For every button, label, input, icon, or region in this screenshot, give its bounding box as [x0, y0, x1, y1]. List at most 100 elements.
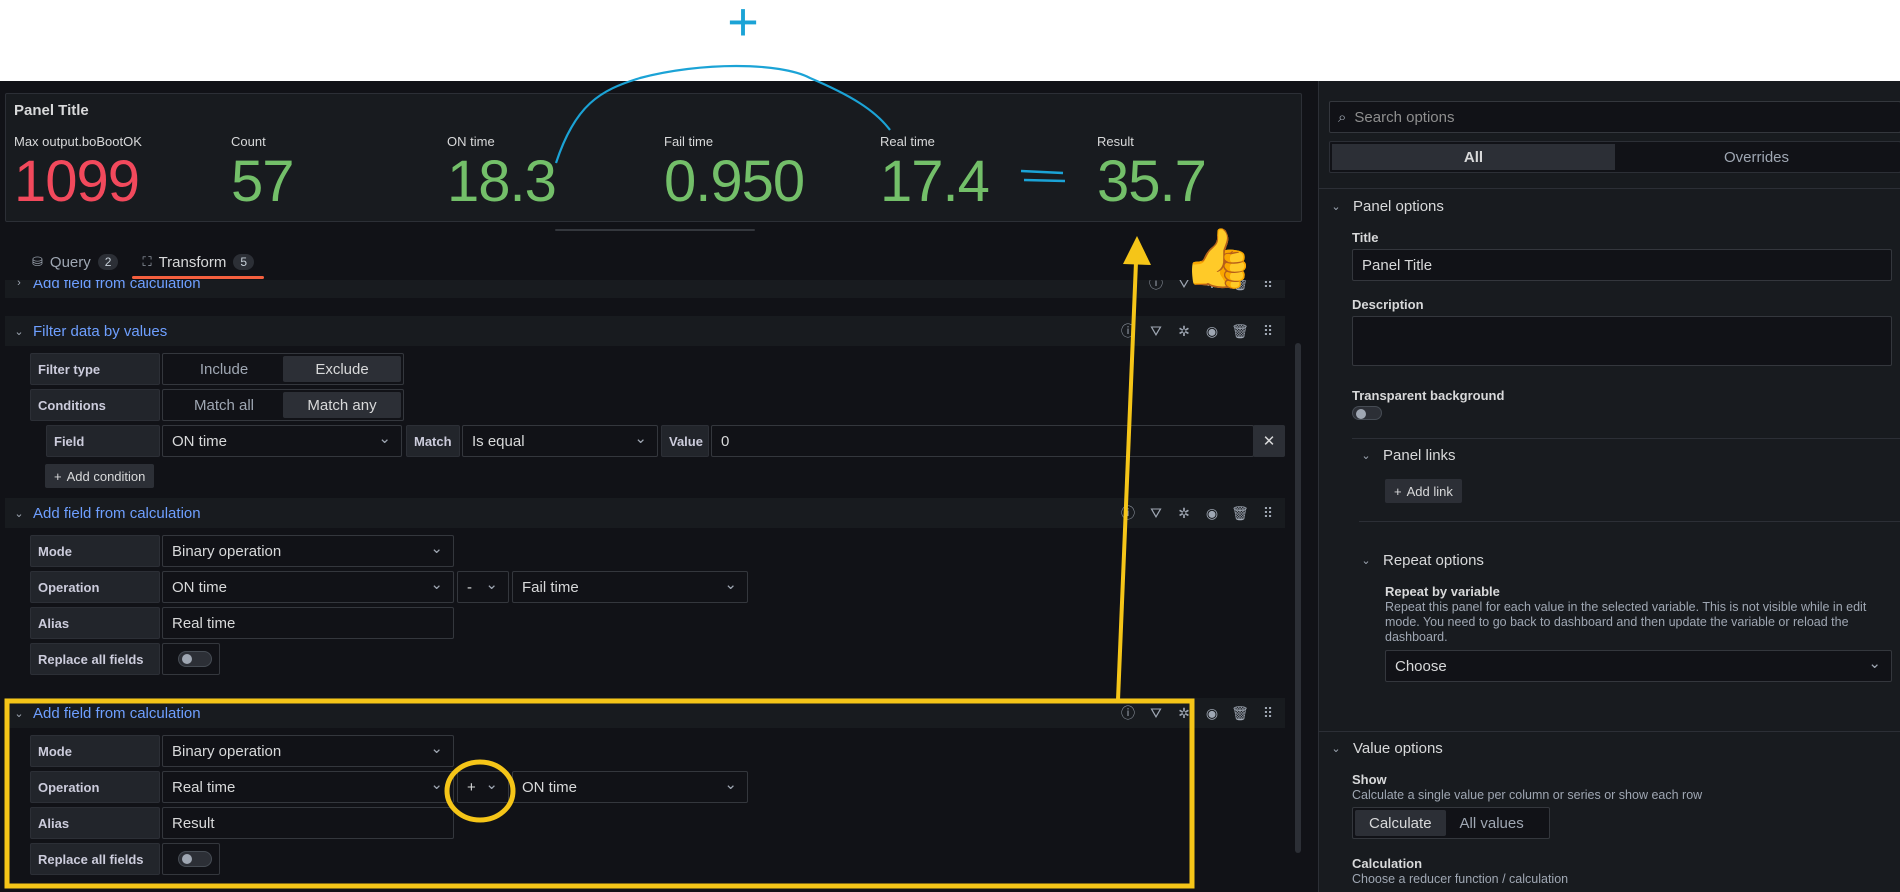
- mode-select[interactable]: Binary operation: [162, 535, 454, 567]
- chevron-right-icon[interactable]: ›: [5, 280, 33, 289]
- pane-resize-handle[interactable]: [555, 229, 755, 231]
- match-label: Match: [406, 425, 460, 457]
- tab-transform[interactable]: ⛶ Transform 5: [130, 247, 266, 279]
- info-icon[interactable]: ⓘ: [1119, 503, 1137, 523]
- tab-overrides[interactable]: Overrides: [1615, 144, 1898, 170]
- repeat-description: Repeat this panel for each value in the …: [1385, 600, 1867, 644]
- add-condition-button[interactable]: + Add condition: [45, 464, 155, 488]
- transparent-toggle[interactable]: [1352, 406, 1382, 420]
- stat-result: Result 35.7: [1097, 134, 1207, 214]
- operator-select[interactable]: +: [457, 771, 509, 803]
- info-icon[interactable]: ⓘ: [1147, 280, 1165, 293]
- description-textarea[interactable]: [1352, 316, 1892, 366]
- repeat-options-section[interactable]: ⌄ Repeat options: [1359, 552, 1484, 569]
- transform-header[interactable]: ⌄ Add field from calculation ⓘ ⛛ ✲ ◉ 🗑 ⠿: [5, 498, 1285, 528]
- replace-all-label: Replace all fields: [30, 843, 160, 875]
- replace-all-toggle[interactable]: [178, 651, 212, 667]
- alias-input[interactable]: Result: [162, 807, 454, 839]
- value-options-section[interactable]: ⌄ Value options: [1329, 740, 1442, 757]
- operation-left-select[interactable]: ON time: [162, 571, 454, 603]
- panel-options-section[interactable]: ⌄ Panel options: [1329, 198, 1444, 215]
- panel-links-section[interactable]: ⌄ Panel links: [1359, 447, 1455, 464]
- info-icon[interactable]: ⓘ: [1119, 321, 1137, 341]
- options-pane: ⌕ Search options All Overrides ⌄ Panel o…: [1318, 81, 1900, 892]
- repeat-variable-select[interactable]: Choose: [1385, 650, 1892, 682]
- tab-count-badge: 5: [233, 254, 255, 270]
- conditions-match-all[interactable]: Match all: [165, 392, 283, 418]
- chevron-down-icon[interactable]: ⌄: [5, 325, 33, 338]
- repeat-by-label: Repeat by variable: [1385, 584, 1500, 599]
- drag-handle-icon[interactable]: ⠿: [1259, 505, 1277, 522]
- drag-handle-icon[interactable]: ⠿: [1259, 323, 1277, 340]
- transform-header[interactable]: › Add field from calculation ⓘ ⛛ ✲ 🗑 ⠿: [5, 280, 1285, 298]
- divider: [1319, 188, 1900, 189]
- chevron-down-icon[interactable]: ⌄: [5, 707, 33, 720]
- trash-icon[interactable]: 🗑: [1231, 505, 1249, 522]
- filter-icon[interactable]: ⛛: [1147, 505, 1165, 522]
- replace-all-toggle[interactable]: [178, 851, 212, 867]
- chevron-down-icon: ⌄: [1361, 555, 1371, 567]
- eye-icon[interactable]: ◉: [1203, 323, 1221, 340]
- filter-icon[interactable]: ⛛: [1147, 705, 1165, 722]
- conditions-label: Conditions: [30, 389, 160, 421]
- eye-icon[interactable]: ◉: [1203, 505, 1221, 522]
- close-icon: ✕: [1262, 433, 1276, 450]
- operation-right-select[interactable]: ON time: [512, 771, 748, 803]
- alias-input[interactable]: Real time: [162, 607, 454, 639]
- alias-label: Alias: [30, 607, 160, 639]
- operation-left-select[interactable]: Real time: [162, 771, 454, 803]
- operator-select[interactable]: -: [457, 571, 509, 603]
- trash-icon[interactable]: 🗑: [1231, 705, 1249, 722]
- filter-type-include[interactable]: Include: [165, 356, 283, 382]
- calculation-label: Calculation: [1352, 856, 1423, 871]
- remove-condition-button[interactable]: ✕: [1253, 425, 1285, 457]
- show-calculate[interactable]: Calculate: [1355, 810, 1446, 836]
- transform-header[interactable]: ⌄ Filter data by values ⓘ ⛛ ✲ ◉ 🗑 ⠿: [5, 316, 1285, 346]
- tab-query[interactable]: ⛁ Query 2: [20, 247, 130, 277]
- stat-value: 57: [231, 149, 295, 214]
- operation-right-select[interactable]: Fail time: [512, 571, 748, 603]
- filter-type-exclude[interactable]: Exclude: [283, 356, 401, 382]
- info-icon[interactable]: ⓘ: [1119, 703, 1137, 723]
- filter-icon[interactable]: ⛛: [1147, 323, 1165, 340]
- chevron-down-icon: ⌄: [1331, 743, 1341, 755]
- calculation-description: Choose a reducer function / calculation: [1352, 872, 1569, 886]
- value-input[interactable]: 0: [711, 425, 1254, 457]
- stat-on-time: ON time 18.3: [447, 134, 557, 214]
- options-filter-seg: All Overrides: [1329, 141, 1900, 173]
- trash-icon[interactable]: 🗑: [1231, 323, 1249, 340]
- mode-select[interactable]: Binary operation: [162, 735, 454, 767]
- transparent-label: Transparent background: [1352, 388, 1505, 403]
- drag-handle-icon[interactable]: ⠿: [1259, 280, 1277, 292]
- debug-icon[interactable]: ✲: [1175, 505, 1193, 522]
- tab-all[interactable]: All: [1332, 144, 1615, 170]
- field-select[interactable]: ON time: [162, 425, 402, 457]
- stat-value: 18.3: [447, 149, 557, 214]
- transform-scrollbar[interactable]: [1295, 343, 1301, 853]
- grafana-panel-editor: Panel Title Max output.boBootOK 1099 Cou…: [0, 81, 1900, 892]
- show-all-values[interactable]: All values: [1446, 810, 1538, 836]
- alias-label: Alias: [30, 807, 160, 839]
- stat-count: Count 57: [231, 134, 295, 214]
- transform-actions: ⓘ ⛛ ✲ ◉ 🗑 ⠿: [1119, 498, 1277, 528]
- transform-actions: ⓘ ⛛ ✲ ◉ 🗑 ⠿: [1119, 698, 1277, 728]
- debug-icon[interactable]: ✲: [1175, 705, 1193, 722]
- match-select[interactable]: Is equal: [462, 425, 658, 457]
- database-icon: ⛁: [32, 254, 43, 269]
- eye-icon[interactable]: ◉: [1203, 705, 1221, 722]
- replace-all-toggle-wrap: [162, 643, 220, 675]
- title-input[interactable]: Panel Title: [1352, 249, 1892, 281]
- search-icon: ⌕: [1338, 108, 1347, 126]
- transform-header[interactable]: ⌄ Add field from calculation ⓘ ⛛ ✲ ◉ 🗑 ⠿: [5, 698, 1285, 728]
- chevron-down-icon: ⌄: [1361, 450, 1371, 462]
- chevron-down-icon: ⌄: [1331, 201, 1341, 213]
- debug-icon[interactable]: ✲: [1175, 323, 1193, 340]
- chevron-down-icon[interactable]: ⌄: [5, 507, 33, 520]
- replace-all-toggle-wrap: [162, 843, 220, 875]
- title-label: Title: [1352, 230, 1379, 245]
- drag-handle-icon[interactable]: ⠿: [1259, 705, 1277, 722]
- search-options-input[interactable]: ⌕ Search options: [1329, 101, 1900, 133]
- conditions-match-any[interactable]: Match any: [283, 392, 401, 418]
- editor-tabs: ⛁ Query 2 ⛶ Transform 5: [20, 247, 266, 279]
- add-link-button[interactable]: + Add link: [1385, 479, 1462, 503]
